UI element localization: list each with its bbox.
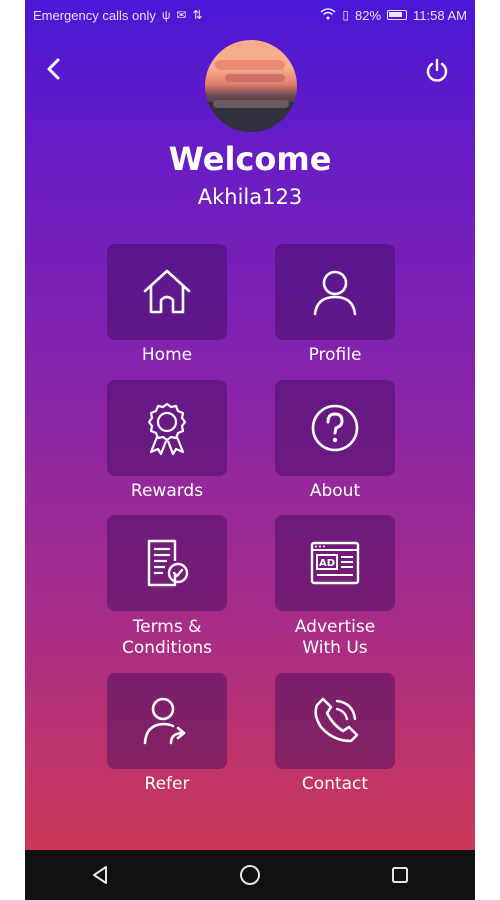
advertise-tile[interactable]: AD xyxy=(275,515,395,611)
terms-label: Terms & Conditions xyxy=(122,617,212,658)
chevron-left-icon xyxy=(47,58,60,80)
avatar-cloud xyxy=(215,60,285,70)
wifi-icon xyxy=(320,7,336,23)
status-left: Emergency calls only ψ ✉ ⇅ xyxy=(33,8,203,23)
terms-tile[interactable] xyxy=(107,515,227,611)
app-screen: Emergency calls only ψ ✉ ⇅ ▯ 82% 11:58 A… xyxy=(25,0,475,900)
contact-tile[interactable] xyxy=(275,673,395,769)
welcome-title: Welcome xyxy=(168,140,332,178)
username-label: Akhila123 xyxy=(197,185,303,209)
triangle-back-icon xyxy=(93,866,107,884)
system-nav-bar xyxy=(25,850,475,900)
phone-icon xyxy=(314,697,359,743)
avatar-rocks xyxy=(213,100,289,108)
mail-icon: ✉ xyxy=(176,8,187,22)
home-icon xyxy=(143,269,191,314)
clock-time: 11:58 AM xyxy=(413,7,467,23)
back-button[interactable] xyxy=(39,55,67,83)
avatar[interactable] xyxy=(205,40,297,132)
profile-tile[interactable] xyxy=(275,244,395,340)
status-bar: Emergency calls only ψ ✉ ⇅ ▯ 82% 11:58 A… xyxy=(25,0,475,30)
power-icon xyxy=(426,58,448,82)
user-icon xyxy=(313,270,357,316)
ad-board-icon: AD xyxy=(310,541,360,585)
avatar-cloud xyxy=(225,74,285,82)
contact-label: Contact xyxy=(301,774,369,794)
square-recents-icon xyxy=(392,867,408,883)
battery-icon xyxy=(387,10,408,20)
home-label: Home xyxy=(141,345,193,365)
home-tile[interactable] xyxy=(107,244,227,340)
nav-recents-button[interactable] xyxy=(380,855,420,895)
carrier-text: Emergency calls only xyxy=(33,7,156,23)
about-label: About xyxy=(309,481,361,501)
logout-button[interactable] xyxy=(423,57,451,85)
award-ribbon-icon xyxy=(147,402,187,456)
profile-label: Profile xyxy=(308,345,362,365)
about-tile[interactable] xyxy=(275,380,395,476)
rewards-label: Rewards xyxy=(130,481,204,501)
circle-home-icon xyxy=(240,865,260,885)
status-right: ▯ 82% 11:58 AM xyxy=(320,8,467,23)
refer-tile[interactable] xyxy=(107,673,227,769)
usb-icon: ψ xyxy=(161,8,171,22)
rewards-tile[interactable] xyxy=(107,380,227,476)
svg-text:AD: AD xyxy=(319,558,335,569)
advertise-label: Advertise With Us xyxy=(294,617,376,658)
data-transfer-icon: ⇅ xyxy=(192,8,203,22)
user-share-icon xyxy=(143,697,186,745)
nav-back-button[interactable] xyxy=(80,855,120,895)
sim-icon: ▯ xyxy=(342,8,349,22)
refer-label: Refer xyxy=(144,774,190,794)
battery-percent: 82% xyxy=(355,7,382,23)
document-check-icon xyxy=(147,539,189,587)
question-circle-icon xyxy=(311,404,359,452)
nav-home-button[interactable] xyxy=(230,855,270,895)
